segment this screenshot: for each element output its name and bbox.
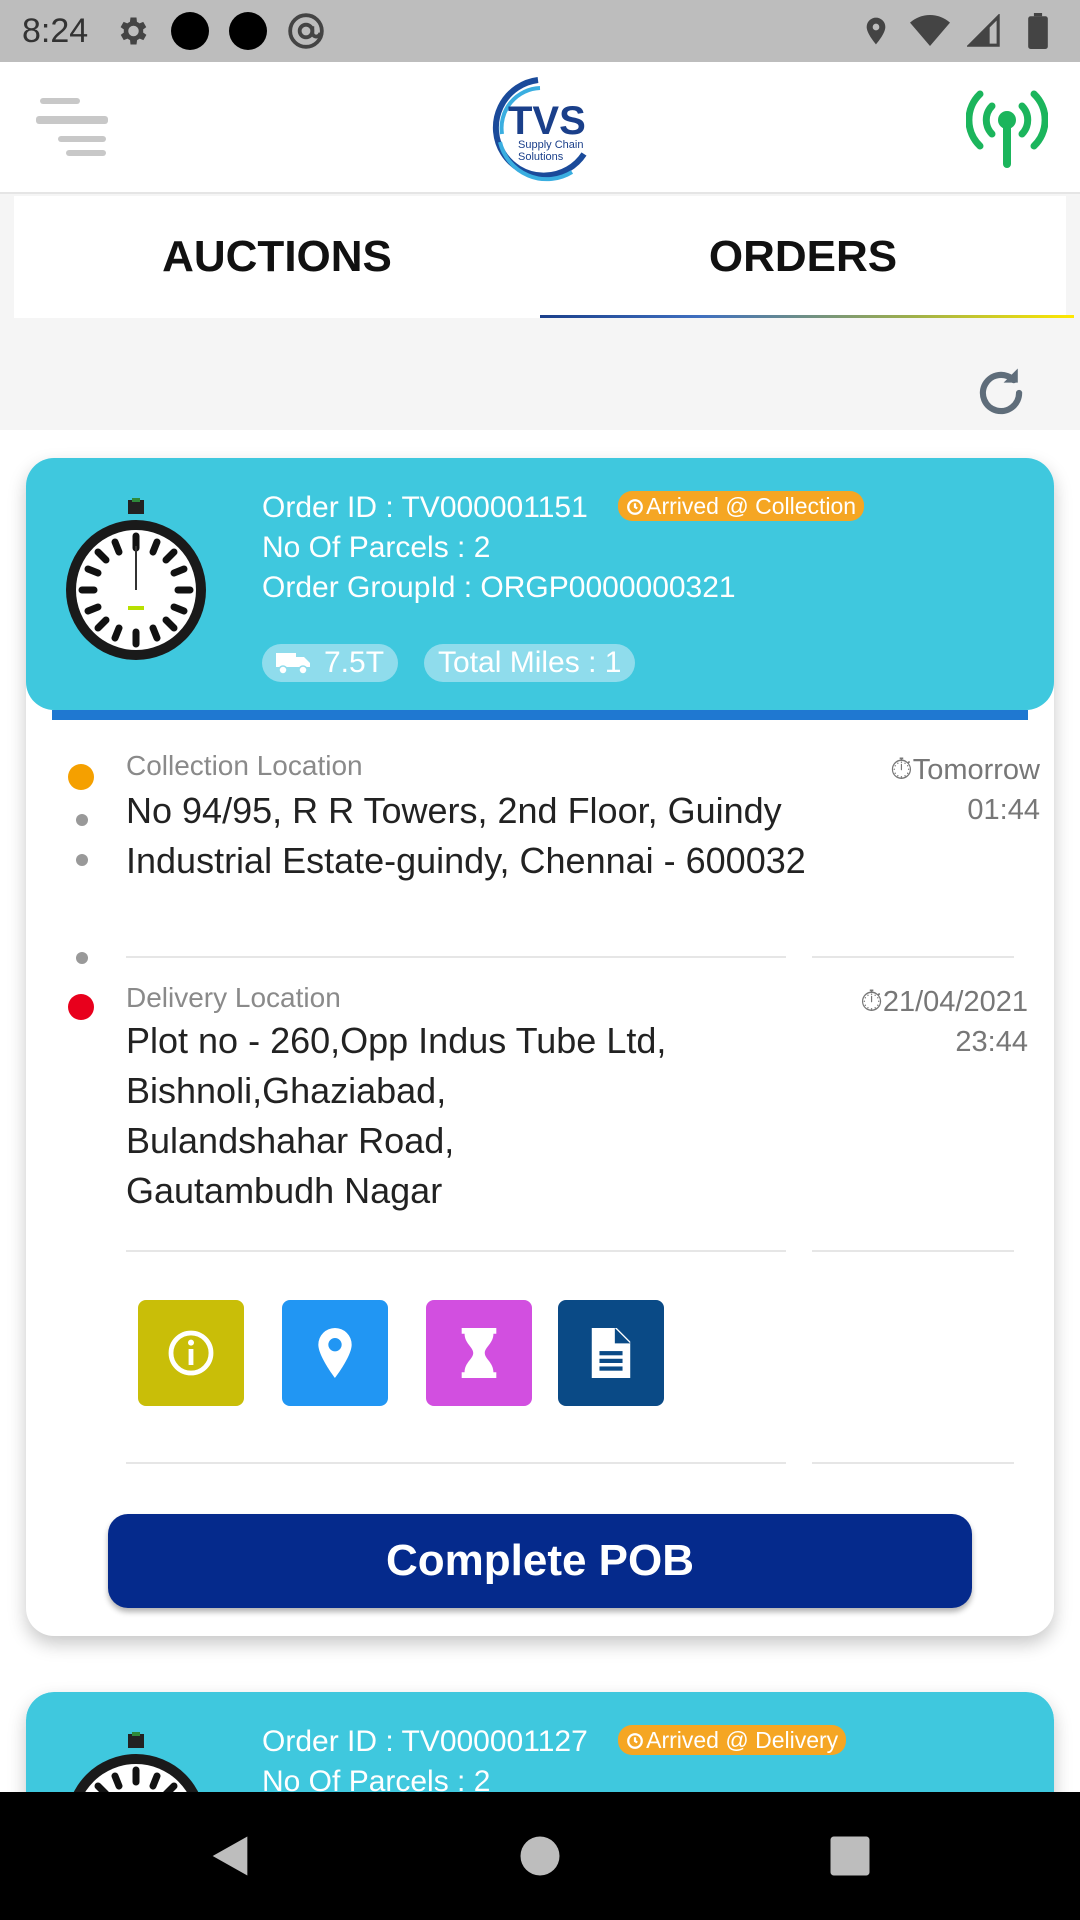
back-button[interactable]: [204, 1830, 256, 1882]
home-button[interactable]: [514, 1830, 566, 1882]
delivery-clock: 23:44: [955, 1026, 1028, 1058]
vehicle-size: 7.5T: [324, 646, 385, 679]
tab-orders[interactable]: ORDERS: [540, 196, 1074, 324]
map-pin-icon: [318, 1328, 352, 1378]
order-id: Order ID : TV000001127: [262, 1725, 588, 1758]
logo-sub-text: Supply Chain: [518, 139, 583, 151]
order-card[interactable]: Order ID : TV000001151 Arrived @ Collect…: [26, 458, 1054, 1636]
circle-icon: [228, 11, 268, 51]
clock-icon: [627, 1733, 643, 1749]
timeline-dot: [76, 814, 88, 826]
logo-main-text: TVS: [508, 99, 586, 143]
divider: [812, 1250, 1014, 1252]
status-bar: 8:24: [0, 0, 1080, 62]
back-icon: [212, 1836, 248, 1876]
map-location-button[interactable]: [282, 1300, 388, 1406]
document-icon: [591, 1328, 631, 1378]
delivery-address: Plot no - 260,Opp Indus Tube Ltd, Bishno…: [126, 1016, 826, 1216]
divider: [126, 1462, 786, 1464]
status-text: Arrived @ Delivery: [646, 1727, 839, 1753]
complete-pob-button[interactable]: Complete POB: [108, 1514, 972, 1608]
address-line: Gautambudh Nagar: [126, 1170, 443, 1211]
battery-icon: [1018, 11, 1058, 51]
collection-address: No 94/95, R R Towers, 2nd Floor, Guindy …: [126, 790, 806, 881]
divider: [812, 1462, 1014, 1464]
info-icon: [168, 1330, 214, 1376]
delivery-day: 21/04/2021: [882, 986, 1028, 1018]
divider: [126, 1250, 786, 1252]
tab-auctions[interactable]: AUCTIONS: [14, 196, 540, 318]
order-id: Order ID : TV000001151: [262, 491, 588, 524]
stopwatch-icon: [62, 498, 210, 664]
clock-icon: [627, 499, 643, 515]
wait-time-button[interactable]: [426, 1300, 532, 1406]
miles-chip: Total Miles : 1: [424, 644, 636, 682]
collection-dot: [68, 764, 94, 790]
timeline-dot: [76, 952, 88, 964]
location-icon: [856, 11, 896, 51]
address-line: Plot no - 260,Opp Indus Tube Ltd,: [126, 1020, 667, 1061]
tab-label: ORDERS: [708, 232, 898, 281]
gear-icon: [112, 11, 152, 51]
timer-icon: ⏱: [860, 986, 883, 1018]
truck-icon: [276, 653, 310, 675]
list-toolbar: [0, 318, 1080, 430]
vehicle-chip: 7.5T: [262, 644, 399, 682]
status-badge: Arrived @ Delivery: [618, 1725, 847, 1755]
order-card-header: Order ID : TV000001151 Arrived @ Collect…: [26, 458, 1054, 710]
document-button[interactable]: [558, 1300, 664, 1406]
cell-signal-icon: [964, 11, 1004, 51]
delivery-label: Delivery Location: [126, 982, 341, 1013]
order-summary: Order ID : TV000001127 Arrived @ Deliver…: [262, 1722, 847, 1802]
tvs-logo: TVS Supply Chain Solutions: [480, 72, 604, 182]
tab-bar: AUCTIONS ORDERS: [14, 196, 1074, 324]
total-miles: Total Miles : 1: [438, 646, 622, 679]
collection-clock: 01:44: [967, 794, 1040, 826]
divider: [812, 956, 1014, 958]
timeline-dot: [76, 854, 88, 866]
info-button[interactable]: [138, 1300, 244, 1406]
circle-icon: [170, 11, 210, 51]
refresh-icon[interactable]: [970, 362, 1032, 424]
address-line: Bishnoli,Ghaziabad,: [126, 1070, 447, 1111]
delivery-dot: [68, 994, 94, 1020]
collection-day: Tomorrow: [912, 754, 1040, 786]
address-line: Bulandshahar Road,: [126, 1120, 455, 1161]
status-time: 8:24: [22, 11, 89, 50]
recents-icon: [830, 1836, 870, 1876]
timer-icon: ⏱: [890, 754, 913, 786]
order-group-id: Order GroupId : ORGP0000000321: [262, 571, 736, 604]
logo-sub-text: Solutions: [518, 151, 564, 163]
wifi-icon: [910, 11, 950, 51]
order-chips: 7.5T Total Miles : 1: [262, 644, 661, 682]
home-icon: [520, 1836, 560, 1876]
delivery-time: ⏱21/04/2021 23:44: [860, 982, 1028, 1062]
status-text: Arrived @ Collection: [646, 493, 857, 519]
hourglass-icon: [461, 1328, 497, 1378]
app-bar: TVS Supply Chain Solutions: [0, 62, 1080, 194]
divider: [126, 956, 786, 958]
tab-label: AUCTIONS: [162, 232, 392, 281]
collection-time: ⏱Tomorrow 01:44: [890, 750, 1040, 830]
at-sign-icon: [286, 11, 326, 51]
order-summary: Order ID : TV000001151 Arrived @ Collect…: [262, 488, 865, 608]
system-nav-bar: [0, 1792, 1080, 1920]
collection-label: Collection Location: [126, 750, 363, 781]
signal-tower-icon[interactable]: [965, 84, 1049, 170]
recents-button[interactable]: [824, 1830, 876, 1882]
header-accent-bar: [52, 710, 1028, 720]
parcel-count: No Of Parcels : 2: [262, 531, 491, 564]
menu-icon[interactable]: [36, 92, 112, 162]
status-badge: Arrived @ Collection: [618, 491, 865, 521]
